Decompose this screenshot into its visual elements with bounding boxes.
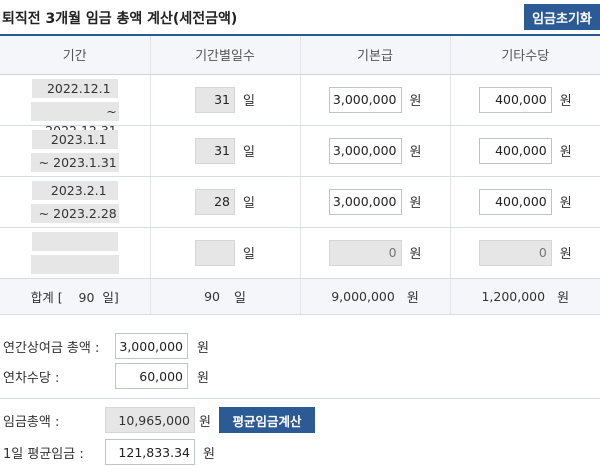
base-pay-input — [328, 239, 402, 266]
won-unit: 원 — [203, 446, 215, 462]
base-pay-cell: 원 — [300, 125, 451, 177]
period-end: ~ 2023.2.28 — [30, 203, 119, 223]
won-unit: 원 — [197, 370, 209, 386]
column-header-base-pay: 기본급 — [300, 34, 451, 75]
day-unit: 일 — [243, 145, 255, 160]
won-unit: 원 — [409, 196, 422, 211]
won-unit: 원 — [199, 414, 211, 430]
period-end — [30, 254, 119, 274]
header: 퇴직전 3개월 임금 총액 계산(세전금액) 임금초기화 — [0, 0, 600, 34]
won-unit: 원 — [557, 290, 570, 306]
annual-leave-input[interactable] — [115, 363, 188, 389]
days-field — [195, 188, 236, 215]
day-unit: 일 — [243, 247, 255, 262]
table-header-row: 기간 기간별일수 기본급 기타수당 — [0, 34, 600, 75]
sum-other-allowance: 1,200,000 — [481, 288, 546, 304]
days-cell: 일 — [150, 176, 301, 228]
base-pay-cell: 원 — [300, 74, 451, 126]
days-cell: 일 — [150, 125, 301, 177]
total-wage-label: 임금총액 : — [3, 414, 60, 430]
won-unit: 원 — [559, 145, 572, 160]
days-field — [195, 137, 236, 164]
period-cell: 2023.1.1 ~ 2023.1.31 — [0, 125, 151, 177]
sum-days-cell: 90 일 — [150, 278, 301, 315]
won-unit: 원 — [559, 94, 572, 109]
period-start — [31, 231, 118, 251]
bonus-row: 연간상여금 총액 : 원 — [0, 333, 209, 359]
base-pay-cell: 원 — [300, 227, 451, 279]
won-unit: 원 — [409, 247, 422, 262]
day-unit: 일 — [233, 290, 246, 306]
calculate-average-wage-button[interactable]: 평균임금계산 — [218, 407, 315, 433]
won-unit: 원 — [406, 290, 419, 306]
column-header-period: 기간 — [0, 34, 151, 75]
won-unit: 원 — [197, 340, 209, 356]
wage-table: 기간 기간별일수 기본급 기타수당 2022.12.1 ~ 2022.12.31… — [0, 34, 600, 315]
sum-base-pay: 9,000,000 — [331, 288, 395, 304]
won-unit: 원 — [409, 94, 422, 109]
base-pay-cell: 원 — [300, 176, 451, 228]
won-unit: 원 — [559, 196, 572, 211]
days-cell: 일 — [150, 74, 301, 126]
period-start: 2022.12.1 — [31, 78, 118, 98]
bonus-label: 연간상여금 총액 : — [3, 340, 100, 356]
reset-wage-button[interactable]: 임금초기화 — [524, 4, 600, 30]
column-header-other-allowance: 기타수당 — [450, 34, 600, 75]
sum-days: 90 — [204, 288, 220, 304]
days-field — [195, 239, 236, 266]
base-pay-input[interactable] — [328, 86, 402, 113]
won-unit: 원 — [409, 145, 422, 160]
sum-label: 합계 [ 90 일] — [30, 289, 119, 305]
annual-leave-row: 연차수당 : 원 — [0, 363, 209, 389]
period-cell: 2023.2.1 ~ 2023.2.28 — [0, 176, 151, 228]
total-wage-field — [105, 407, 195, 433]
won-unit: 원 — [559, 247, 572, 262]
daily-average-row: 1일 평균임금 : 원 — [0, 439, 215, 465]
period-start: 2023.2.1 — [31, 180, 118, 200]
other-allowance-cell: 원 — [450, 176, 600, 228]
other-allowance-cell: 원 — [450, 227, 600, 279]
period-cell: 2022.12.1 ~ 2022.12.31 — [0, 74, 151, 138]
bonus-input[interactable] — [115, 333, 188, 359]
period-cell — [0, 227, 151, 279]
table-row: 2023.1.1 ~ 2023.1.31 일 원 원 — [0, 125, 600, 177]
day-unit: 일 — [243, 196, 255, 211]
base-pay-input[interactable] — [328, 137, 402, 164]
table-row: 2022.12.1 ~ 2022.12.31 일 원 원 — [0, 74, 600, 138]
sum-base-cell: 9,000,000 원 — [300, 278, 451, 315]
daily-average-field — [105, 439, 195, 465]
total-wage-row: 임금총액 : 원 평균임금계산 — [0, 407, 315, 433]
page-title: 퇴직전 3개월 임금 총액 계산(세전금액) — [2, 11, 238, 27]
other-allowance-input — [478, 239, 552, 266]
other-allowance-cell: 원 — [450, 74, 600, 126]
daily-average-label: 1일 평균임금 : — [3, 446, 84, 462]
period-start: 2023.1.1 — [31, 129, 118, 149]
divider — [0, 398, 600, 399]
other-allowance-input[interactable] — [478, 137, 552, 164]
day-unit: 일 — [243, 94, 255, 109]
column-header-days: 기간별일수 — [150, 34, 301, 75]
annual-leave-label: 연차수당 : — [3, 370, 60, 386]
other-allowance-input[interactable] — [478, 188, 552, 215]
base-pay-input[interactable] — [328, 188, 402, 215]
days-field — [195, 86, 236, 113]
period-end: ~ 2022.12.31 — [30, 101, 119, 138]
days-cell: 일 — [150, 227, 301, 279]
sum-label-cell: 합계 [ 90 일] — [0, 278, 151, 315]
period-end: ~ 2023.1.31 — [30, 152, 119, 172]
other-allowance-cell: 원 — [450, 125, 600, 177]
sum-other-cell: 1,200,000 원 — [450, 278, 600, 315]
sum-row: 합계 [ 90 일] 90 일 9,000,000 원 1,200,000 원 — [0, 278, 600, 315]
table-row: 2023.2.1 ~ 2023.2.28 일 원 원 — [0, 176, 600, 228]
other-allowance-input[interactable] — [478, 86, 552, 113]
table-row: 일 원 원 — [0, 227, 600, 279]
